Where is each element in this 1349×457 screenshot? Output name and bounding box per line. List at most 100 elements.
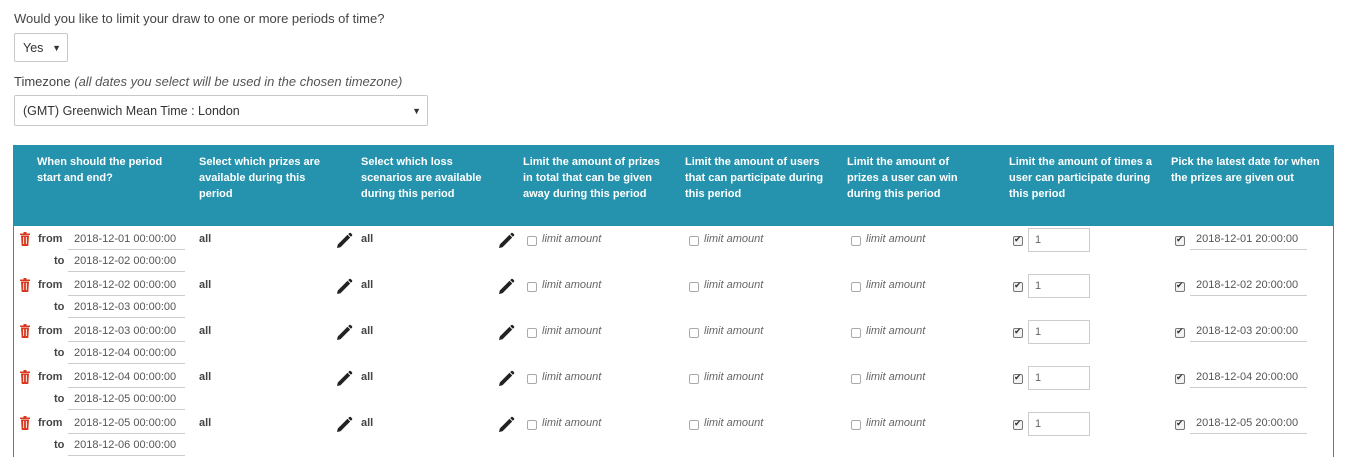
from-date-input[interactable]: 2018-12-02 00:00:00	[68, 275, 185, 296]
limit-users-checkbox[interactable]	[689, 236, 699, 246]
edit-loss-pencil-icon[interactable]	[497, 232, 515, 250]
header-prizes-total: Limit the amount of prizes in total that…	[523, 156, 660, 200]
participations-input[interactable]: 1	[1028, 412, 1090, 436]
limit-prizes-total-label: limit amount	[542, 279, 602, 291]
participations-input[interactable]: 1	[1028, 320, 1090, 344]
limit-prizes-user-label: limit amount	[866, 233, 926, 245]
trash-icon[interactable]	[20, 278, 30, 292]
latest-date-input[interactable]: 2018-12-01 20:00:00	[1190, 229, 1307, 250]
limit-prizes-user-label: limit amount	[866, 371, 926, 383]
from-date-input[interactable]: 2018-12-04 00:00:00	[68, 367, 185, 388]
loss-scenarios-value: all	[361, 371, 374, 383]
limit-prizes-total-checkbox[interactable]	[527, 236, 537, 246]
table-row: from 2018-12-04 00:00:00 to 2018-12-05 00:0…	[14, 364, 1333, 410]
loss-scenarios-value: all	[361, 233, 374, 245]
limit-prizes-total-checkbox[interactable]	[527, 374, 537, 384]
prizes-value: all	[199, 325, 212, 337]
limit-question: Would you like to limit your draw to one…	[14, 11, 385, 26]
from-label: from	[38, 417, 63, 429]
to-label: to	[54, 347, 65, 359]
trash-icon[interactable]	[20, 416, 30, 430]
latest-date-input[interactable]: 2018-12-04 20:00:00	[1190, 367, 1307, 388]
limit-periods-select[interactable]: Yes ▼	[14, 33, 68, 62]
limit-participations-checkbox[interactable]	[1013, 234, 1023, 246]
edit-prizes-pencil-icon[interactable]	[335, 278, 353, 296]
edit-prizes-pencil-icon[interactable]	[335, 324, 353, 342]
periods-table: When should the period start and end? Se…	[13, 145, 1334, 457]
prizes-value: all	[199, 371, 212, 383]
limit-prizes-user-label: limit amount	[866, 325, 926, 337]
latest-date-checkbox[interactable]	[1175, 234, 1185, 246]
to-date-input[interactable]: 2018-12-03 00:00:00	[68, 297, 185, 318]
header-period: When should the period start and end?	[37, 156, 163, 184]
to-date-input[interactable]: 2018-12-06 00:00:00	[68, 435, 185, 456]
timezone-label: Timezone (all dates you select will be u…	[14, 74, 402, 89]
edit-loss-pencil-icon[interactable]	[497, 416, 515, 434]
limit-users-label: limit amount	[704, 417, 764, 429]
edit-loss-pencil-icon[interactable]	[497, 324, 515, 342]
table-header: When should the period start and end? Se…	[14, 145, 1333, 226]
edit-prizes-pencil-icon[interactable]	[335, 370, 353, 388]
limit-prizes-total-checkbox[interactable]	[527, 420, 537, 430]
header-prizes-per-user: Limit the amount of prizes a user can wi…	[847, 156, 958, 200]
from-date-input[interactable]: 2018-12-01 00:00:00	[68, 229, 185, 250]
trash-icon[interactable]	[20, 324, 30, 338]
table-row: from 2018-12-01 00:00:00 to 2018-12-02 00:0…	[14, 226, 1333, 272]
limit-prizes-total-label: limit amount	[542, 325, 602, 337]
to-label: to	[54, 439, 65, 451]
header-latest-date: Pick the latest date for when the prizes…	[1171, 156, 1320, 184]
trash-icon[interactable]	[20, 232, 30, 246]
from-date-input[interactable]: 2018-12-05 00:00:00	[68, 413, 185, 434]
header-users: Limit the amount of users that can parti…	[685, 156, 824, 200]
limit-participations-checkbox[interactable]	[1013, 326, 1023, 338]
from-date-input[interactable]: 2018-12-03 00:00:00	[68, 321, 185, 342]
edit-loss-pencil-icon[interactable]	[497, 370, 515, 388]
header-loss-scenarios: Select which loss scenarios are availabl…	[361, 156, 482, 200]
limit-prizes-total-checkbox[interactable]	[527, 282, 537, 292]
edit-prizes-pencil-icon[interactable]	[335, 416, 353, 434]
limit-prizes-user-checkbox[interactable]	[851, 420, 861, 430]
latest-date-input[interactable]: 2018-12-03 20:00:00	[1190, 321, 1307, 342]
table-row: from 2018-12-03 00:00:00 to 2018-12-04 00:0…	[14, 318, 1333, 364]
from-label: from	[38, 371, 63, 383]
limit-prizes-total-label: limit amount	[542, 233, 602, 245]
from-label: from	[38, 325, 63, 337]
limit-prizes-user-checkbox[interactable]	[851, 374, 861, 384]
chevron-down-icon: ▼	[52, 42, 61, 53]
latest-date-checkbox[interactable]	[1175, 280, 1185, 292]
latest-date-checkbox[interactable]	[1175, 418, 1185, 430]
header-participations: Limit the amount of times a user can par…	[1009, 156, 1153, 200]
timezone-select[interactable]: (GMT) Greenwich Mean Time : London ▼	[14, 95, 428, 126]
loss-scenarios-value: all	[361, 417, 374, 429]
to-date-input[interactable]: 2018-12-04 00:00:00	[68, 343, 185, 364]
latest-date-input[interactable]: 2018-12-02 20:00:00	[1190, 275, 1307, 296]
to-label: to	[54, 255, 65, 267]
limit-periods-value: Yes	[23, 40, 44, 55]
edit-prizes-pencil-icon[interactable]	[335, 232, 353, 250]
limit-users-checkbox[interactable]	[689, 420, 699, 430]
limit-prizes-user-checkbox[interactable]	[851, 236, 861, 246]
chevron-down-icon: ▼	[412, 105, 421, 116]
latest-date-input[interactable]: 2018-12-05 20:00:00	[1190, 413, 1307, 434]
edit-loss-pencil-icon[interactable]	[497, 278, 515, 296]
limit-users-checkbox[interactable]	[689, 282, 699, 292]
limit-participations-checkbox[interactable]	[1013, 372, 1023, 384]
participations-input[interactable]: 1	[1028, 366, 1090, 390]
participations-input[interactable]: 1	[1028, 228, 1090, 252]
to-date-input[interactable]: 2018-12-05 00:00:00	[68, 389, 185, 410]
trash-icon[interactable]	[20, 370, 30, 384]
limit-users-checkbox[interactable]	[689, 328, 699, 338]
limit-participations-checkbox[interactable]	[1013, 280, 1023, 292]
latest-date-checkbox[interactable]	[1175, 372, 1185, 384]
limit-prizes-user-checkbox[interactable]	[851, 328, 861, 338]
limit-prizes-user-checkbox[interactable]	[851, 282, 861, 292]
participations-input[interactable]: 1	[1028, 274, 1090, 298]
limit-prizes-total-label: limit amount	[542, 371, 602, 383]
limit-prizes-total-checkbox[interactable]	[527, 328, 537, 338]
latest-date-checkbox[interactable]	[1175, 326, 1185, 338]
prizes-value: all	[199, 279, 212, 291]
to-date-input[interactable]: 2018-12-02 00:00:00	[68, 251, 185, 272]
limit-participations-checkbox[interactable]	[1013, 418, 1023, 430]
timezone-value: (GMT) Greenwich Mean Time : London	[23, 103, 240, 118]
limit-users-checkbox[interactable]	[689, 374, 699, 384]
